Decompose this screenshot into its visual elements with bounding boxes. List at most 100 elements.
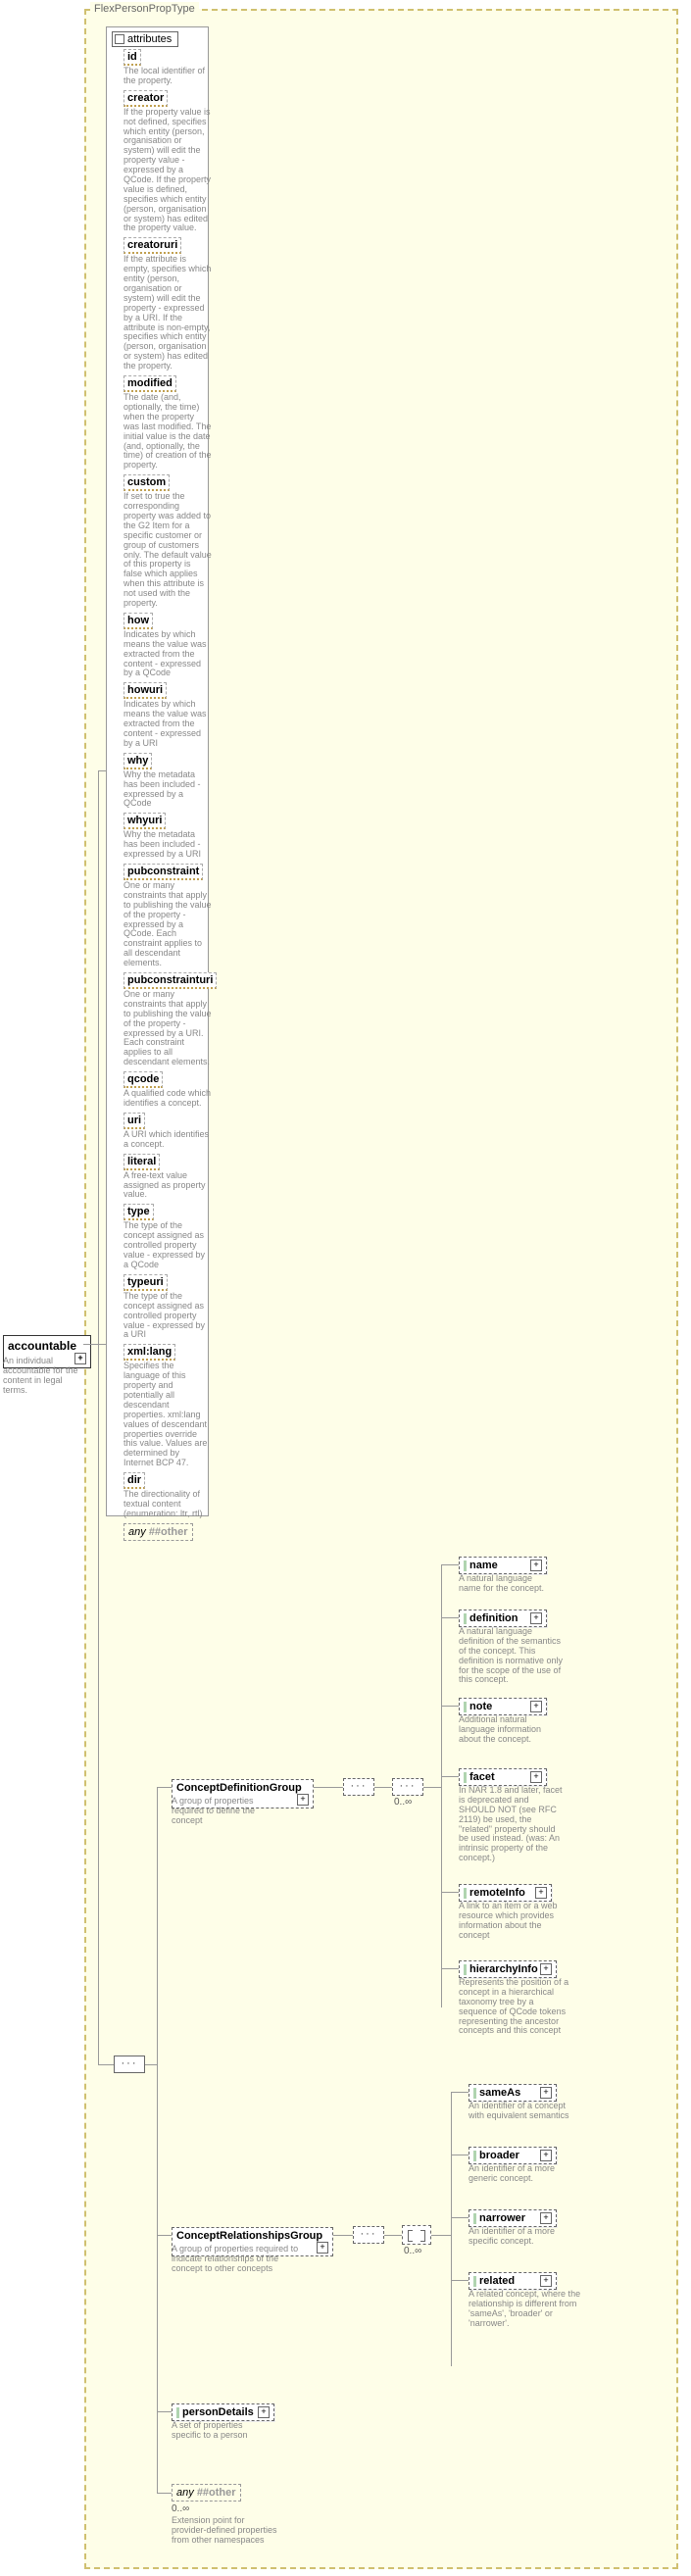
choice-icon (402, 2225, 431, 2245)
connector (441, 1706, 459, 1707)
attr-desc: If the property value is not defined, sp… (123, 108, 212, 234)
elem-label: definition (469, 1612, 518, 1624)
connector (441, 1617, 459, 1618)
expand-icon[interactable]: + (258, 2406, 270, 2418)
expand-icon[interactable]: + (540, 2087, 552, 2099)
attr-desc: Why the metadata has been included - exp… (123, 830, 212, 860)
multiplicity: 0..∞ (394, 1797, 412, 1808)
multiplicity: 0..∞ (404, 2246, 421, 2256)
connector (145, 2064, 157, 2065)
elem-remoteinfo: remoteInfo + (459, 1884, 552, 1902)
elem-narrower: narrower+ (469, 2209, 557, 2227)
expand-icon[interactable]: + (540, 2212, 552, 2224)
any-keyword: any (176, 2487, 194, 2499)
attr-modified: modified (123, 375, 176, 392)
attr-desc: If set to true the corresponding propert… (123, 492, 212, 609)
elem-label: facet (469, 1771, 495, 1783)
expand-icon[interactable]: + (530, 1771, 542, 1783)
attr-creator: creator (123, 90, 168, 107)
bar-icon (473, 2213, 476, 2224)
expand-icon[interactable]: + (535, 1887, 547, 1899)
elem-desc: In NAR 1.8 and later, facet is deprecate… (459, 1786, 567, 1863)
elem-label: note (469, 1701, 492, 1712)
expand-icon[interactable]: + (540, 1963, 552, 1975)
any-keyword: any (128, 1526, 146, 1538)
attr-id: id (123, 49, 141, 66)
connector (451, 2092, 452, 2366)
connector (157, 2235, 172, 2236)
elem-name: name + (459, 1557, 547, 1574)
expand-icon[interactable]: + (530, 1560, 542, 1571)
elem-desc: Extension point for provider-defined pro… (172, 2516, 279, 2546)
connector (451, 2280, 469, 2281)
elem-desc: A related concept, where the relationshi… (469, 2290, 581, 2329)
attr-creatoruri: creatoruri (123, 237, 181, 254)
elem-desc: Represents the position of a concept in … (459, 1978, 571, 2036)
expand-icon[interactable]: + (530, 1612, 542, 1624)
connector (431, 2235, 451, 2236)
attr-desc: The type of the concept assigned as cont… (123, 1221, 212, 1269)
attr-desc: One or many constraints that apply to pu… (123, 881, 212, 968)
bar-icon (464, 1964, 467, 1975)
bar-icon (464, 1613, 467, 1624)
elem-related: related+ (469, 2272, 557, 2290)
elem-label: name (469, 1560, 498, 1571)
sequence-icon (343, 1778, 374, 1796)
connector (157, 2493, 172, 2494)
expand-icon[interactable]: + (540, 2275, 552, 2287)
elem-label: personDetails (182, 2406, 254, 2418)
root-label: accountable (8, 1339, 76, 1353)
group-label: ConceptDefinitionGroup (176, 1782, 302, 1794)
attr-desc: Indicates by which means the value was e… (123, 630, 212, 678)
elem-desc: A link to an item or a web resource whic… (459, 1902, 567, 1941)
expand-icon[interactable]: + (530, 1701, 542, 1712)
elem-desc: An identifier of a more generic concept. (469, 2164, 576, 2184)
expand-icon[interactable]: + (297, 1794, 309, 1806)
elem-definition: definition + (459, 1610, 547, 1627)
attr-pubconstrainturi: pubconstrainturi (123, 972, 217, 989)
attr-xmllang: xml:lang (123, 1344, 175, 1361)
connector (441, 1564, 459, 1565)
elem-desc: Additional natural language information … (459, 1715, 562, 1745)
bar-icon (464, 1560, 467, 1571)
group-desc: A group of properties required to indica… (172, 2245, 309, 2274)
attr-desc: The date (and, optionally, the time) whe… (123, 393, 212, 471)
expand-icon[interactable]: + (540, 2150, 552, 2161)
group-desc: A group of properties required to define… (172, 1797, 284, 1826)
elem-label: remoteInfo (469, 1887, 525, 1899)
attr-uri: uri (123, 1113, 145, 1129)
bar-icon (473, 2151, 476, 2161)
elem-desc: A natural language definition of the sem… (459, 1627, 567, 1685)
elem-label: broader (479, 2150, 519, 2161)
connector (83, 1344, 106, 1345)
connector (98, 2064, 114, 2065)
connector (451, 2217, 469, 2218)
elem-label: sameAs (479, 2087, 520, 2099)
attr-type: type (123, 1204, 154, 1220)
type-name: FlexPersonPropType (90, 2, 199, 16)
elem-desc: An identifier of a concept with equivale… (469, 2102, 576, 2121)
connector (98, 770, 99, 1344)
expand-icon[interactable]: + (317, 2242, 328, 2254)
connector (441, 1968, 459, 1969)
attr-typeuri: typeuri (123, 1274, 168, 1291)
connector (441, 1892, 459, 1893)
attributes-header: attributes (112, 31, 178, 47)
sequence-icon (353, 2226, 384, 2244)
elem-any: any ##other (172, 2484, 241, 2502)
elem-facet: facet + (459, 1768, 547, 1786)
attr-desc: Specifies the language of this property … (123, 1362, 212, 1468)
connector (157, 2411, 172, 2412)
attr-why: why (123, 753, 152, 769)
bar-icon (464, 1888, 467, 1899)
elem-note: note + (459, 1698, 547, 1715)
connector (157, 1787, 158, 2493)
elem-desc: A set of properties specific to a person (172, 2421, 274, 2441)
elem-desc: An identifier of a more specific concept… (469, 2227, 576, 2247)
connector (98, 1344, 99, 2064)
sequence-icon (392, 1778, 423, 1796)
attr-howuri: howuri (123, 682, 167, 699)
attr-desc: The local identifier of the property. (123, 67, 212, 86)
connector (441, 1564, 442, 2007)
connector (314, 1787, 343, 1788)
